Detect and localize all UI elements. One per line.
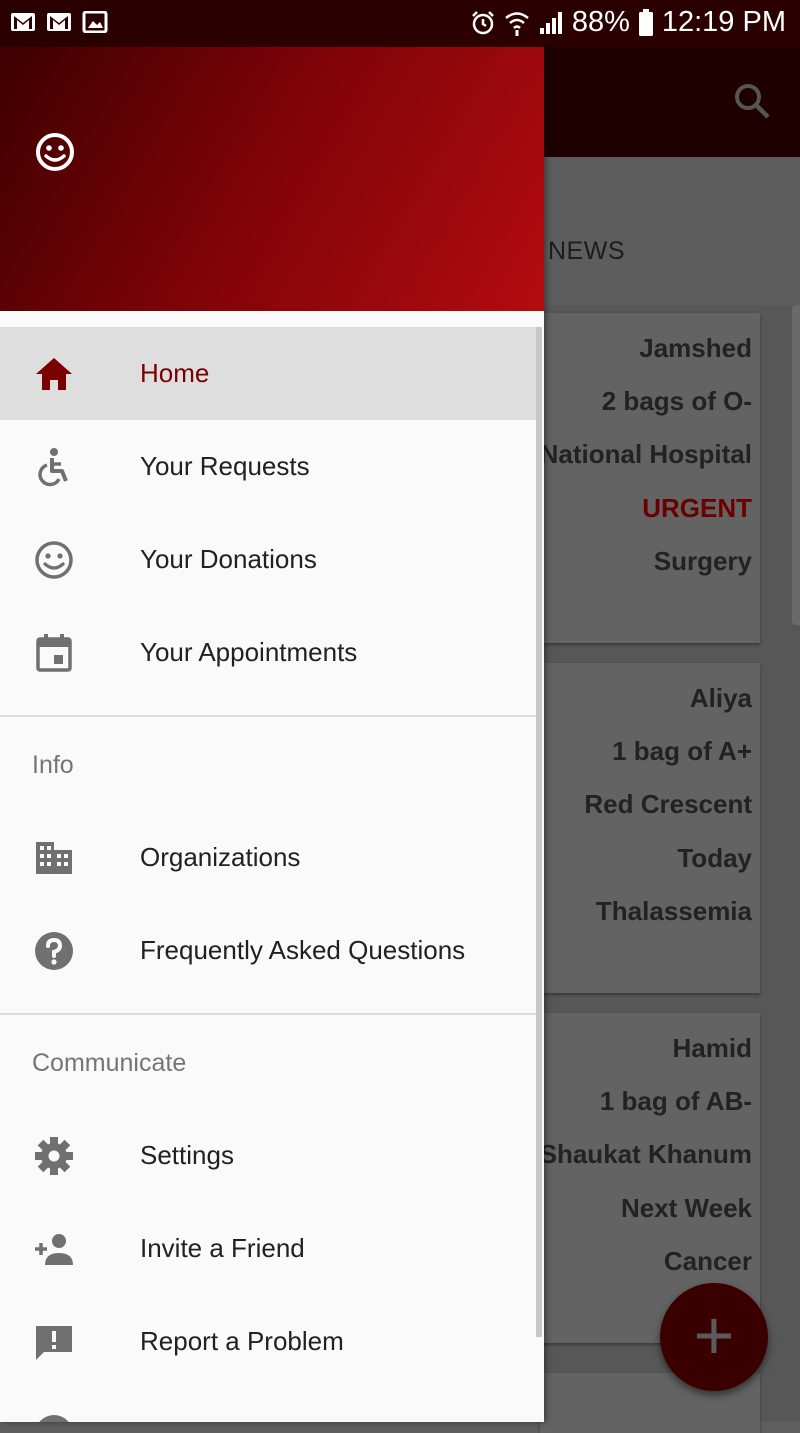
drawer-item-faq[interactable]: Frequently Asked Questions [0,904,536,997]
signal-icon [539,11,562,34]
list-scrollbar [792,305,800,625]
card-name: Jamshed [639,333,752,363]
status-bar: 88% 12:19 PM [0,0,800,47]
drawer-item-label: Your Donations [140,544,317,574]
card-reason: Surgery [653,546,752,576]
card-when: URGENT [642,493,752,523]
section-title-communicate: Communicate [32,1049,187,1077]
person-add-icon [35,1234,73,1265]
card-reason: Cancer [663,1246,752,1276]
gear-icon [35,1137,73,1175]
notification-icons [10,11,108,33]
drawer-item-invite-friend[interactable]: Invite a Friend [0,1202,536,1295]
card-location: Red Crescent [584,789,752,819]
drawer-item-label: Invite a Friend [140,1233,305,1263]
gmail-icon-2 [47,13,71,31]
calendar-icon [36,634,72,672]
search-icon[interactable] [732,81,772,121]
battery-icon [638,8,653,36]
drawer-item-label: Your Requests [140,451,310,481]
drawer-item-label: Frequently Asked Questions [140,935,466,965]
smiley-avatar-icon[interactable] [34,131,76,173]
card-reason: Thalassemia [595,896,752,926]
card-quantity: 2 bags of O- [601,386,752,416]
navigation-drawer: Home Your Requests Your Donations Your A… [0,47,544,1422]
drawer-item-label: Report a Problem [140,1326,344,1356]
status-indicators: 88% 12:19 PM [470,6,786,39]
request-card[interactable]: Aliya 1 bag of A+ Red Crescent Today Tha… [540,663,760,993]
drawer-item-your-requests[interactable]: Your Requests [0,420,536,513]
smiley-icon [35,541,73,579]
tab-news[interactable]: NEWS [548,237,625,266]
drawer-header [0,47,544,311]
card-location: National Hospital [539,439,752,469]
battery-percent: 88% [571,6,630,38]
drawer-scrollbar[interactable] [536,327,542,1337]
clock: 12:19 PM [661,6,786,38]
help-icon [35,932,73,970]
drawer-item-label: Your Appointments [140,637,358,667]
section-title-info: Info [32,751,74,779]
building-icon [36,842,72,874]
drawer-item-home[interactable]: Home [0,327,536,420]
gmail-icon [11,13,35,31]
drawer-item-label: Settings [140,1140,234,1170]
drawer-item-label: Organizations [140,842,301,872]
alarm-icon [471,10,494,34]
drawer-item-report-problem[interactable]: Report a Problem [0,1295,536,1388]
partially-visible-icon [39,1415,69,1422]
drawer-item-your-appointments[interactable]: Your Appointments [0,606,536,699]
image-icon [82,11,108,33]
drawer-item-your-donations[interactable]: Your Donations [0,513,536,606]
add-request-button[interactable]: + [660,1283,768,1391]
card-quantity: 1 bag of A+ [612,736,752,766]
divider [0,1013,536,1015]
card-when: Next Week [620,1193,752,1223]
feedback-icon [36,1326,72,1360]
card-location: Shaukat Khanum [539,1139,752,1169]
add-icon: + [693,1296,735,1374]
card-name: Aliya [689,683,752,713]
divider [0,715,536,717]
card-quantity: 1 bag of AB- [599,1086,752,1116]
request-card[interactable]: Jamshed 2 bags of O- National Hospital U… [540,313,760,643]
drawer-item-organizations[interactable]: Organizations [0,811,536,904]
drawer-item-settings[interactable]: Settings [0,1109,536,1202]
card-name: Hamid [672,1033,752,1063]
wifi-icon [505,11,529,36]
drawer-item-label: Home [140,358,210,388]
card-when: Today [677,843,752,873]
home-icon [36,358,72,390]
accessible-icon [38,448,68,487]
